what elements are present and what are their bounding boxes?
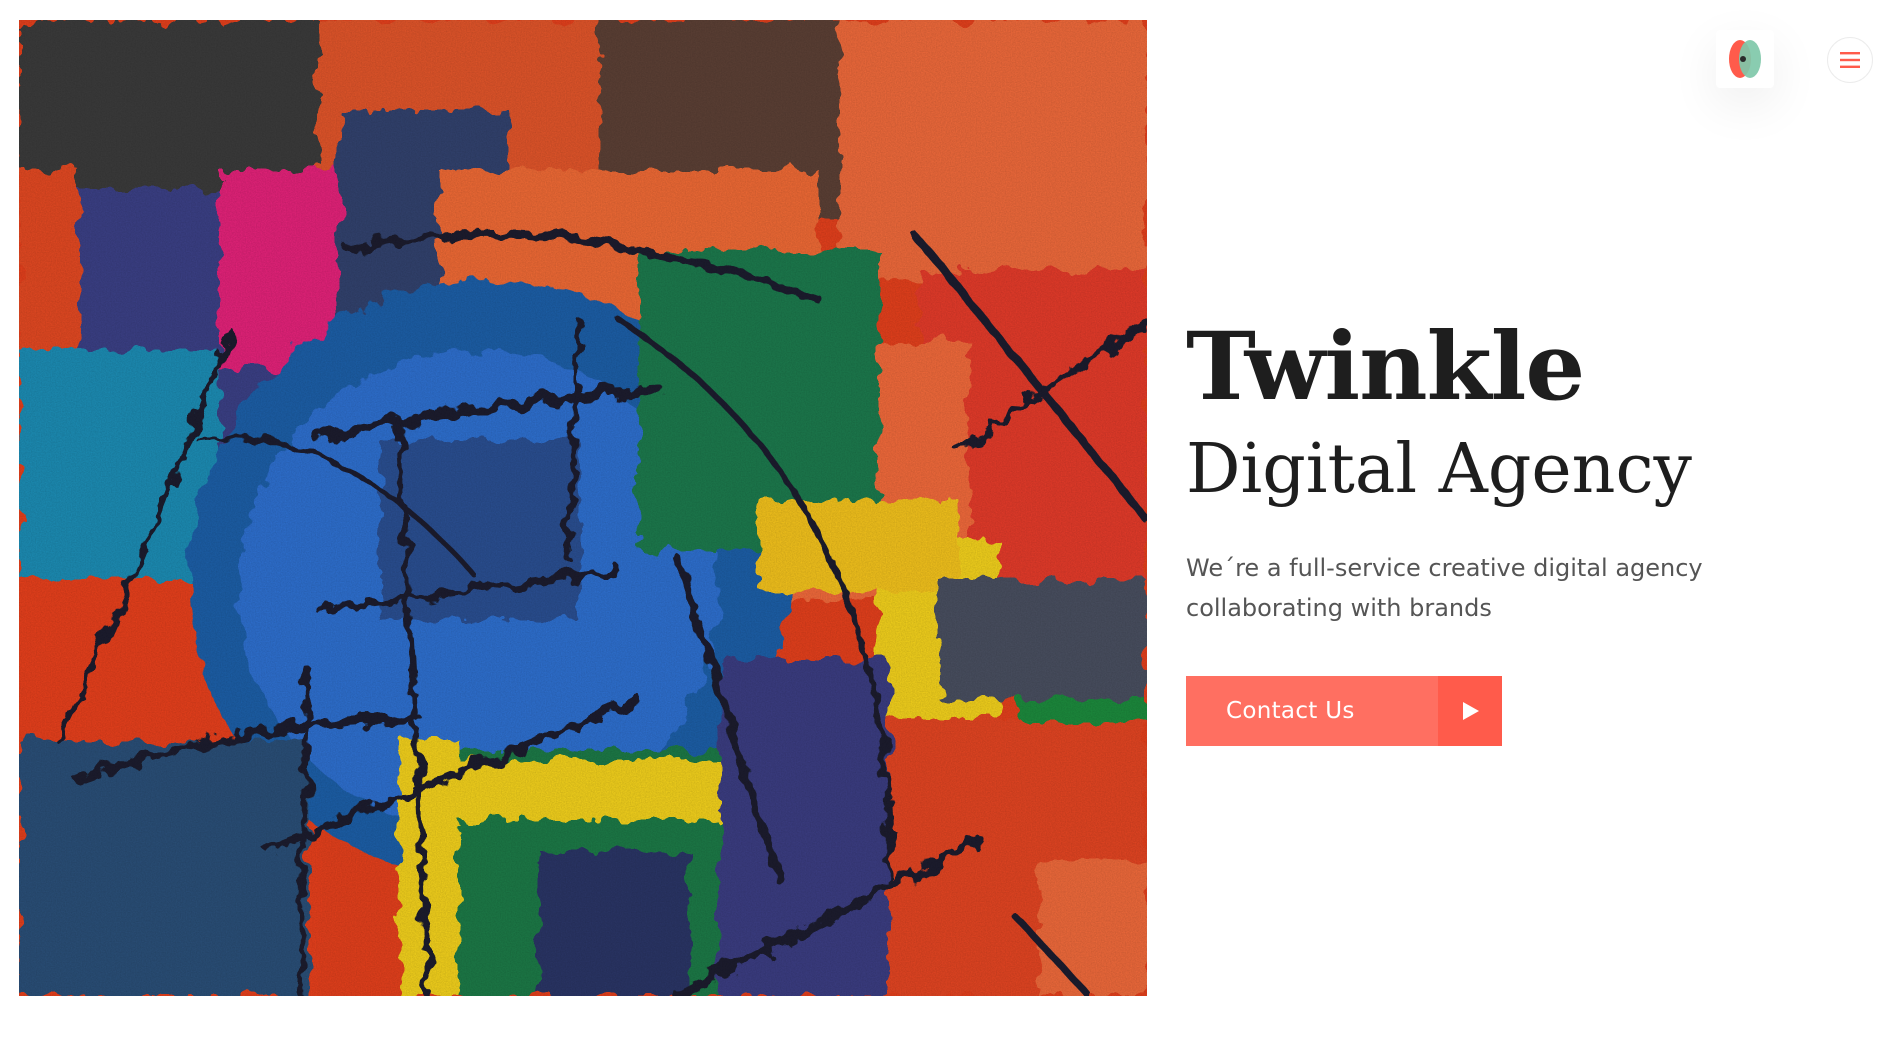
hero-subtitle: Digital Agency: [1186, 430, 1692, 509]
contact-us-label: Contact Us: [1226, 698, 1355, 724]
hero-text-block: Twinkle Digital Agency We´re a full-serv…: [1186, 320, 1846, 746]
abstract-painting-image: [19, 20, 1147, 996]
logo[interactable]: [1716, 30, 1774, 88]
play-arrow-icon: [1438, 676, 1502, 746]
hamburger-menu-icon: [1840, 52, 1860, 68]
hero-title: Twinkle: [1186, 312, 1585, 422]
contact-us-button[interactable]: Contact Us: [1186, 676, 1502, 746]
landing-page: Twinkle Digital Agency We´re a full-serv…: [0, 0, 1897, 1059]
twinkle-logo-icon: [1729, 40, 1761, 78]
hero-abstract-painting: [19, 20, 1147, 996]
hero-description: We´re a full-service creative digital ag…: [1186, 554, 1703, 622]
menu-button[interactable]: [1827, 37, 1873, 83]
